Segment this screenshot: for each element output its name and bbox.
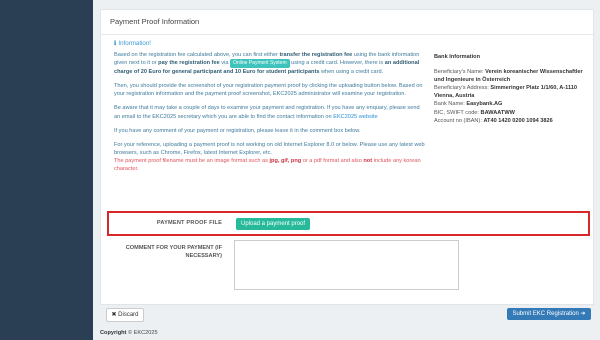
info-title: ℹ Information! — [114, 40, 152, 47]
card-title: Payment Proof Information — [101, 10, 593, 35]
bank-name: Bank Name: Easybank.AG — [434, 101, 503, 108]
close-icon: ✖ — [111, 312, 117, 318]
bank-information: Bank Information Beneficiary's Name: Ver… — [434, 53, 586, 125]
ekc-website-link[interactable]: EKC2025 website — [333, 114, 377, 120]
filename-warning: The payment proof filename must be an im… — [114, 157, 421, 173]
information-panel: ℹ Information! Based on the registration … — [114, 40, 425, 173]
info-icon: ℹ — [114, 40, 117, 47]
info-paragraph-1: Based on the registration fee calculated… — [114, 52, 420, 76]
info-paragraph-2: Then, you should provide the screenshot … — [114, 83, 423, 98]
footer-copyright: Copyright © EKC2025 — [100, 330, 158, 336]
payment-proof-card: Payment Proof Information ℹ Information! … — [100, 9, 594, 305]
bank-title: Bank Information — [434, 54, 480, 60]
upload-payment-proof-button[interactable]: Upload a payment proof — [236, 218, 311, 230]
payment-proof-upload-row: PAYMENT PROOF FILE Upload a payment proo… — [107, 211, 590, 236]
info-paragraph-4: If you have any comment of your payment … — [114, 127, 361, 134]
upload-label: PAYMENT PROOF FILE — [156, 220, 222, 226]
discard-button[interactable]: ✖ Discard — [106, 308, 144, 322]
comment-textarea[interactable] — [234, 240, 459, 290]
arrow-right-circle-icon: ➜ — [580, 311, 586, 317]
info-paragraph-3: Be aware that it may take a couple of da… — [114, 105, 420, 120]
sidebar — [0, 0, 93, 340]
beneficiary-address: Beneficiary's Address: Simmeringer Platz… — [434, 85, 577, 100]
bic-code: BIC, SWIFT code: BAWAATWW — [434, 109, 515, 116]
iban: Account no (IBAN): AT40 1420 0200 1094 3… — [434, 117, 553, 124]
submit-registration-button[interactable]: Submit EKC Registration ➜ — [507, 308, 591, 320]
comment-label: COMMENT FOR YOUR PAYMENT (IF NECESSARY) — [125, 245, 222, 259]
info-paragraph-5: For your reference, uploading a payment … — [114, 141, 425, 173]
beneficiary-name: Beneficiary's Name: Verein koreanischer … — [434, 69, 583, 84]
online-payment-system-button[interactable]: Online Payment System — [229, 59, 290, 69]
